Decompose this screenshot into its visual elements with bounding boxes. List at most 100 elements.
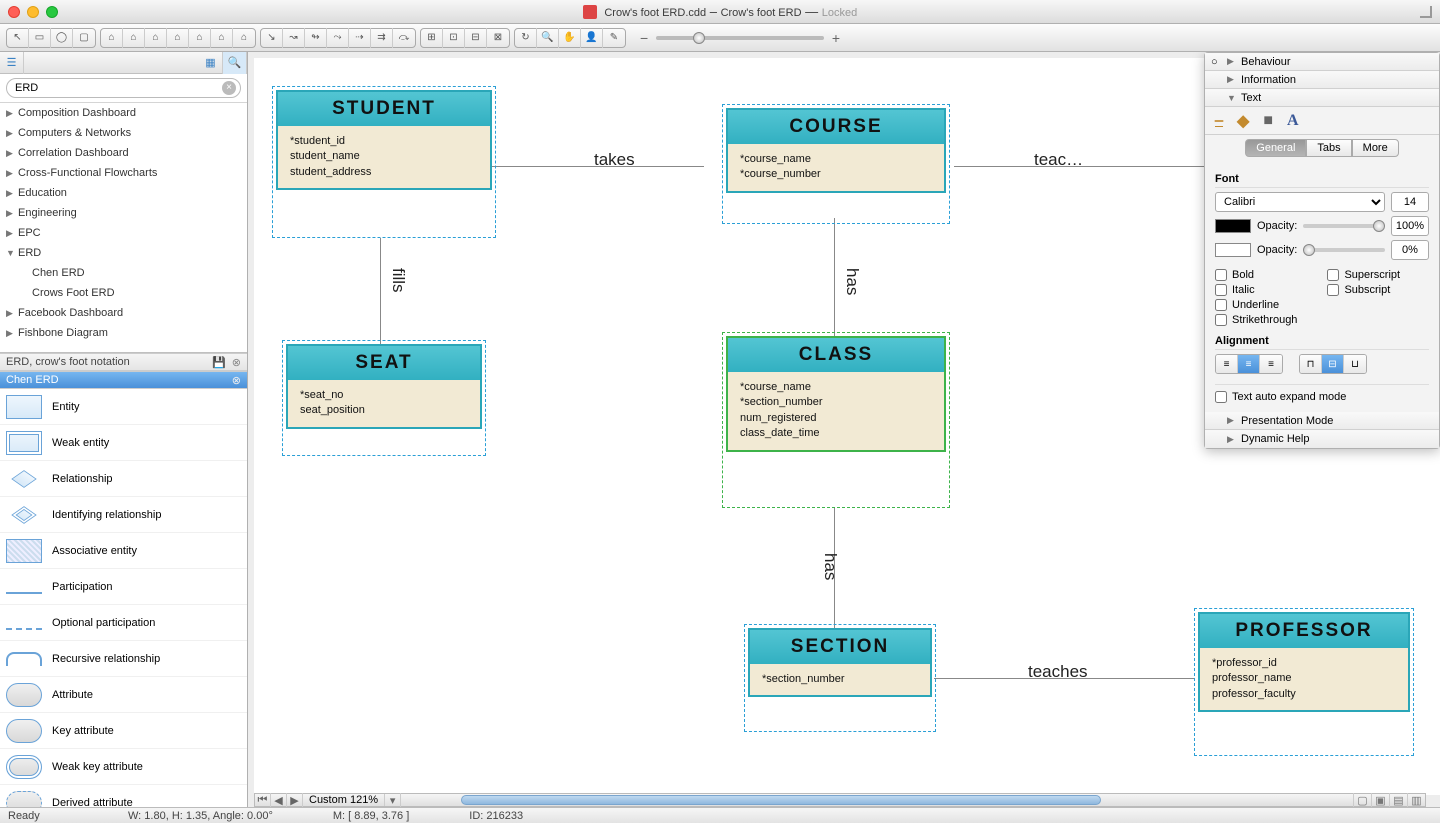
layout-tool-4[interactable]: ⊠ bbox=[487, 28, 509, 48]
check-italic[interactable]: Italic bbox=[1215, 284, 1297, 296]
panel-section-presentation[interactable]: ▶Presentation Mode bbox=[1205, 412, 1439, 430]
panel-section-behaviour[interactable]: ○▶Behaviour bbox=[1205, 53, 1439, 71]
tree-item-erd[interactable]: ▼ERD bbox=[0, 243, 247, 263]
tree-item-crowsfoot[interactable]: Crows Foot ERD bbox=[0, 283, 247, 303]
stencil-header-chen[interactable]: Chen ERD ⊗ bbox=[0, 371, 247, 389]
tree-item[interactable]: ▶Education bbox=[0, 183, 247, 203]
tree-tool-4[interactable]: ⌂ bbox=[167, 28, 189, 48]
stencil-header-crowsfoot[interactable]: ERD, crow's foot notation 💾⊗ bbox=[0, 353, 247, 371]
layout-tool-1[interactable]: ⊞ bbox=[421, 28, 443, 48]
tree-item-chen[interactable]: Chen ERD bbox=[0, 263, 247, 283]
shape-relationship[interactable]: Relationship bbox=[0, 461, 247, 497]
minimize-window-button[interactable] bbox=[27, 6, 39, 18]
shadow-icon[interactable]: ■ bbox=[1263, 112, 1273, 130]
text-color-icon[interactable]: ⎯ bbox=[1215, 112, 1223, 130]
entity-course[interactable]: COURSE *course_name *course_number bbox=[726, 108, 946, 193]
entity-class[interactable]: CLASS *course_name *section_number num_r… bbox=[726, 336, 946, 452]
entity-seat[interactable]: SEAT *seat_no seat_position bbox=[286, 344, 482, 429]
connector-has1[interactable] bbox=[834, 218, 835, 338]
close-stencil-icon[interactable]: ⊗ bbox=[232, 356, 241, 369]
tree-tool-6[interactable]: ⌂ bbox=[211, 28, 233, 48]
shape-attribute[interactable]: Attribute bbox=[0, 677, 247, 713]
tree-item[interactable]: ▶Composition Dashboard bbox=[0, 103, 247, 123]
shape-recursive-relationship[interactable]: Recursive relationship bbox=[0, 641, 247, 677]
search-input[interactable] bbox=[6, 78, 241, 98]
grid-view-icon[interactable]: ▦ bbox=[199, 52, 223, 74]
conn-tool-4[interactable]: ⤳ bbox=[327, 28, 349, 48]
conn-tool-6[interactable]: ⇉ bbox=[371, 28, 393, 48]
check-strikethrough[interactable]: Strikethrough bbox=[1215, 314, 1297, 326]
tab-more[interactable]: More bbox=[1352, 139, 1399, 157]
zoom-track[interactable] bbox=[656, 36, 824, 40]
valign-bottom-button[interactable]: ⊔ bbox=[1344, 355, 1366, 373]
text-tool-button[interactable]: ▢ bbox=[73, 28, 95, 48]
panel-section-help[interactable]: ▶Dynamic Help bbox=[1205, 430, 1439, 448]
zoom-thumb[interactable] bbox=[693, 32, 705, 44]
inspector-panel[interactable]: ○▶Behaviour ▶Information ▼Text ⎯ ◆ ■ A G… bbox=[1204, 52, 1440, 449]
tree-tool-1[interactable]: ⌂ bbox=[101, 28, 123, 48]
tab-tabs[interactable]: Tabs bbox=[1306, 139, 1351, 157]
highlight-icon[interactable]: ◆ bbox=[1237, 111, 1249, 131]
view-3-button[interactable]: ▤ bbox=[1389, 793, 1407, 807]
hscroll-thumb[interactable] bbox=[461, 795, 1101, 805]
shape-key-attribute[interactable]: Key attribute bbox=[0, 713, 247, 749]
search-tab-icon[interactable]: 🔍 bbox=[223, 52, 247, 74]
first-page-button[interactable]: ⏮ bbox=[255, 793, 271, 807]
align-right-button[interactable]: ≡ bbox=[1260, 355, 1282, 373]
zoom-in-icon[interactable]: + bbox=[832, 30, 840, 46]
pointer-tool-button[interactable]: ↖ bbox=[7, 28, 29, 48]
zoom-dropdown-button[interactable]: ▾ bbox=[385, 793, 401, 807]
shape-identifying-relationship[interactable]: Identifying relationship bbox=[0, 497, 247, 533]
next-page-button[interactable]: ▶ bbox=[287, 793, 303, 807]
shape-participation[interactable]: Participation bbox=[0, 569, 247, 605]
align-left-button[interactable]: ≡ bbox=[1216, 355, 1238, 373]
entity-section[interactable]: SECTION *section_number bbox=[748, 628, 932, 697]
library-tab-icon[interactable]: ☰ bbox=[0, 52, 24, 74]
refresh-button[interactable]: ↻ bbox=[515, 28, 537, 48]
shape-optional-participation[interactable]: Optional participation bbox=[0, 605, 247, 641]
canvas-area[interactable]: takes teac… fills has has teaches STUDEN… bbox=[248, 52, 1440, 807]
panel-section-text[interactable]: ▼Text bbox=[1205, 89, 1439, 107]
text-color-swatch[interactable] bbox=[1215, 219, 1251, 233]
check-bold[interactable]: Bold bbox=[1215, 269, 1297, 281]
valign-top-button[interactable]: ⊓ bbox=[1300, 355, 1322, 373]
check-subscript[interactable]: Subscript bbox=[1327, 284, 1400, 296]
user-button[interactable]: 👤 bbox=[581, 28, 603, 48]
zoom-out-icon[interactable]: − bbox=[640, 30, 648, 46]
check-auto-expand[interactable]: Text auto expand mode bbox=[1215, 384, 1429, 403]
zoom-window-button[interactable] bbox=[46, 6, 58, 18]
zoom-button[interactable]: 🔍 bbox=[537, 28, 559, 48]
connector-fills[interactable] bbox=[380, 238, 381, 346]
valign-middle-button[interactable]: ⊟ bbox=[1322, 355, 1344, 373]
tree-item[interactable]: ▶Engineering bbox=[0, 203, 247, 223]
conn-tool-5[interactable]: ⇢ bbox=[349, 28, 371, 48]
zoom-slider[interactable]: − + bbox=[640, 30, 840, 46]
panel-section-information[interactable]: ▶Information bbox=[1205, 71, 1439, 89]
tree-item[interactable]: ▶Cross-Functional Flowcharts bbox=[0, 163, 247, 183]
rect-tool-button[interactable]: ▭ bbox=[29, 28, 51, 48]
view-2-button[interactable]: ▣ bbox=[1371, 793, 1389, 807]
prev-page-button[interactable]: ◀ bbox=[271, 793, 287, 807]
check-underline[interactable]: Underline bbox=[1215, 299, 1297, 311]
tab-general[interactable]: General bbox=[1245, 139, 1306, 157]
opacity-value-1[interactable] bbox=[1391, 216, 1429, 236]
align-center-button[interactable]: ≡ bbox=[1238, 355, 1260, 373]
opacity-value-2[interactable] bbox=[1391, 240, 1429, 260]
shape-entity[interactable]: Entity bbox=[0, 389, 247, 425]
clear-search-icon[interactable]: × bbox=[222, 81, 236, 95]
check-superscript[interactable]: Superscript bbox=[1327, 269, 1400, 281]
close-window-button[interactable] bbox=[8, 6, 20, 18]
opacity-slider-1[interactable] bbox=[1303, 224, 1385, 228]
save-stencil-icon[interactable]: 💾 bbox=[212, 356, 226, 369]
font-size-input[interactable] bbox=[1391, 192, 1429, 212]
shape-weak-entity[interactable]: Weak entity bbox=[0, 425, 247, 461]
conn-tool-2[interactable]: ↝ bbox=[283, 28, 305, 48]
tree-item[interactable]: ▶Computers & Networks bbox=[0, 123, 247, 143]
tree-item[interactable]: ▶Correlation Dashboard bbox=[0, 143, 247, 163]
shape-associative-entity[interactable]: Associative entity bbox=[0, 533, 247, 569]
tree-tool-7[interactable]: ⌂ bbox=[233, 28, 255, 48]
tree-tool-5[interactable]: ⌂ bbox=[189, 28, 211, 48]
bg-color-swatch[interactable] bbox=[1215, 243, 1251, 257]
entity-student[interactable]: STUDENT *student_id student_name student… bbox=[276, 90, 492, 190]
tree-item[interactable]: ▶Facebook Dashboard bbox=[0, 303, 247, 323]
